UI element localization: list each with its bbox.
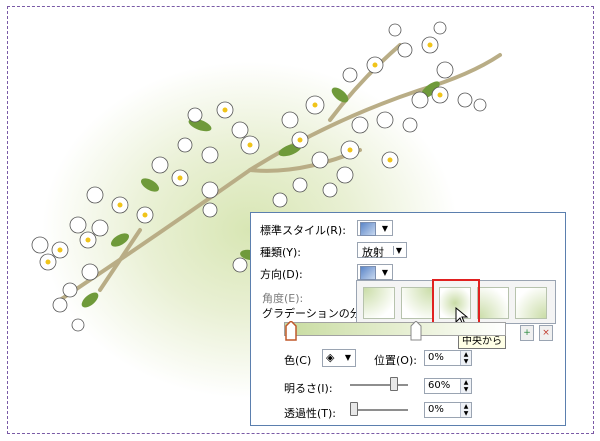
chevron-down-icon: ▼ [344,353,352,362]
brightness-slider-track[interactable] [350,384,408,386]
color-label: 色(C) [284,354,312,367]
type-label: 種類(Y): [260,246,302,259]
paint-bucket-icon: ◈ [326,351,335,364]
preset-dropdown[interactable]: ▼ [357,220,393,236]
chevron-down-icon: ▼ [393,246,404,255]
preset-label: 標準スタイル(R): [260,224,346,237]
brightness-slider-thumb[interactable] [390,377,398,391]
direction-dropdown[interactable]: ▼ [357,264,393,280]
direction-label: 方向(D): [260,268,303,281]
brightness-spinner[interactable]: 60% ▲ ▼ [424,378,472,394]
spin-down-icon[interactable]: ▼ [460,410,471,417]
gradient-stop-right[interactable] [410,321,422,341]
chevron-down-icon: ▼ [381,224,389,233]
remove-gradient-stop-icon[interactable]: × [539,325,553,341]
transparency-value: 0% [428,404,444,415]
direction-swatch [360,266,376,280]
chevron-down-icon: ▼ [381,268,389,277]
direction-tile-top-left[interactable] [363,287,395,319]
color-picker-button[interactable]: ◈ ▼ [322,349,356,367]
position-label: 位置(O): [374,354,417,367]
spin-down-icon[interactable]: ▼ [460,358,471,365]
type-dropdown[interactable]: 放射 ▼ [357,242,407,259]
type-value: 放射 [362,246,384,259]
angle-label: 角度(E): [262,292,304,305]
spin-up-icon[interactable]: ▲ [460,379,471,386]
transparency-label: 透過性(T): [284,407,337,420]
position-value: 0% [428,352,444,363]
add-gradient-stop-icon[interactable]: + [520,325,534,341]
spin-up-icon[interactable]: ▲ [460,351,471,358]
transparency-spinner[interactable]: 0% ▲ ▼ [424,402,472,418]
transparency-slider-track[interactable] [350,409,408,411]
preset-swatch [360,222,376,236]
brightness-label: 明るさ(I): [284,382,333,395]
direction-tile-bottom-right[interactable] [515,287,547,319]
gradient-stops-bar[interactable] [284,322,506,336]
position-spinner[interactable]: 0% ▲ ▼ [424,350,472,366]
spin-up-icon[interactable]: ▲ [460,403,471,410]
direction-tile-bottom-left[interactable] [477,287,509,319]
spin-down-icon[interactable]: ▼ [460,386,471,393]
gradient-stop-left[interactable] [285,321,297,341]
direction-tile-top-right[interactable] [401,287,433,319]
transparency-slider-thumb[interactable] [350,402,358,416]
brightness-value: 60% [428,380,451,391]
